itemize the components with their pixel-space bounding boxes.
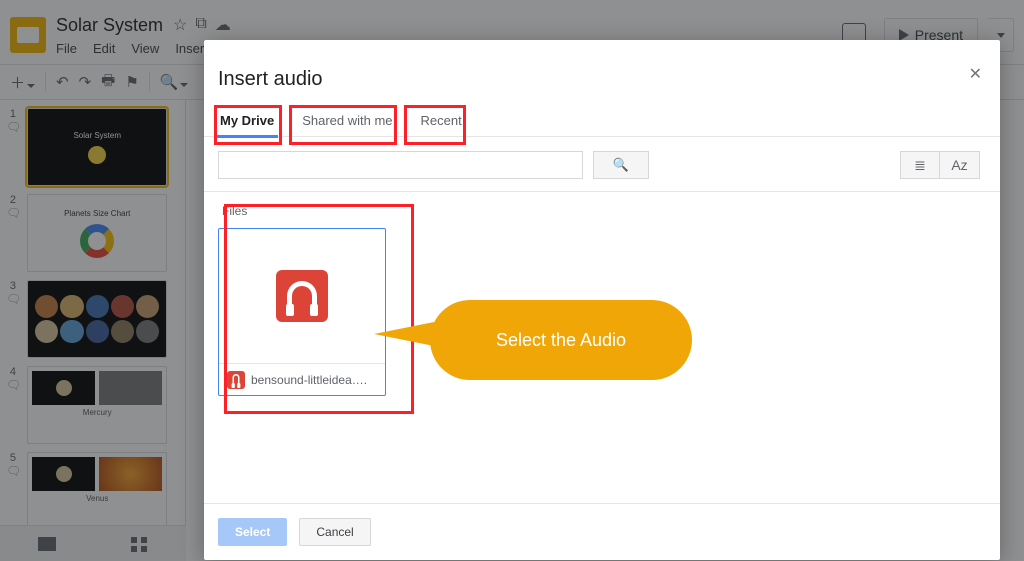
select-button[interactable]: Select [218,518,287,546]
cancel-button[interactable]: Cancel [299,518,370,546]
search-input[interactable] [218,151,583,179]
list-icon: ≣ [914,157,926,174]
audio-file-icon [276,270,328,322]
dialog-title: Insert audio [204,40,1000,109]
list-view-button[interactable]: ≣ [900,151,940,179]
callout-text: Select the Audio [496,330,626,351]
audio-file-icon [227,371,245,389]
search-icon: 🔍 [613,157,629,173]
sort-button[interactable]: Aᴢ [940,151,980,179]
tab-shared-with-me[interactable]: Shared with me [300,109,394,136]
sort-icon: Aᴢ [951,157,967,173]
search-button[interactable]: 🔍 [593,151,649,179]
tab-my-drive[interactable]: My Drive [218,109,276,136]
annotation-callout: Select the Audio [430,300,692,380]
file-name: bensound-littleidea…. [251,373,367,387]
tab-recent[interactable]: Recent [419,109,464,136]
close-button[interactable]: ✕ [969,64,982,84]
audio-file-card[interactable]: bensound-littleidea…. [218,228,386,396]
files-section-label: Files [222,204,986,218]
